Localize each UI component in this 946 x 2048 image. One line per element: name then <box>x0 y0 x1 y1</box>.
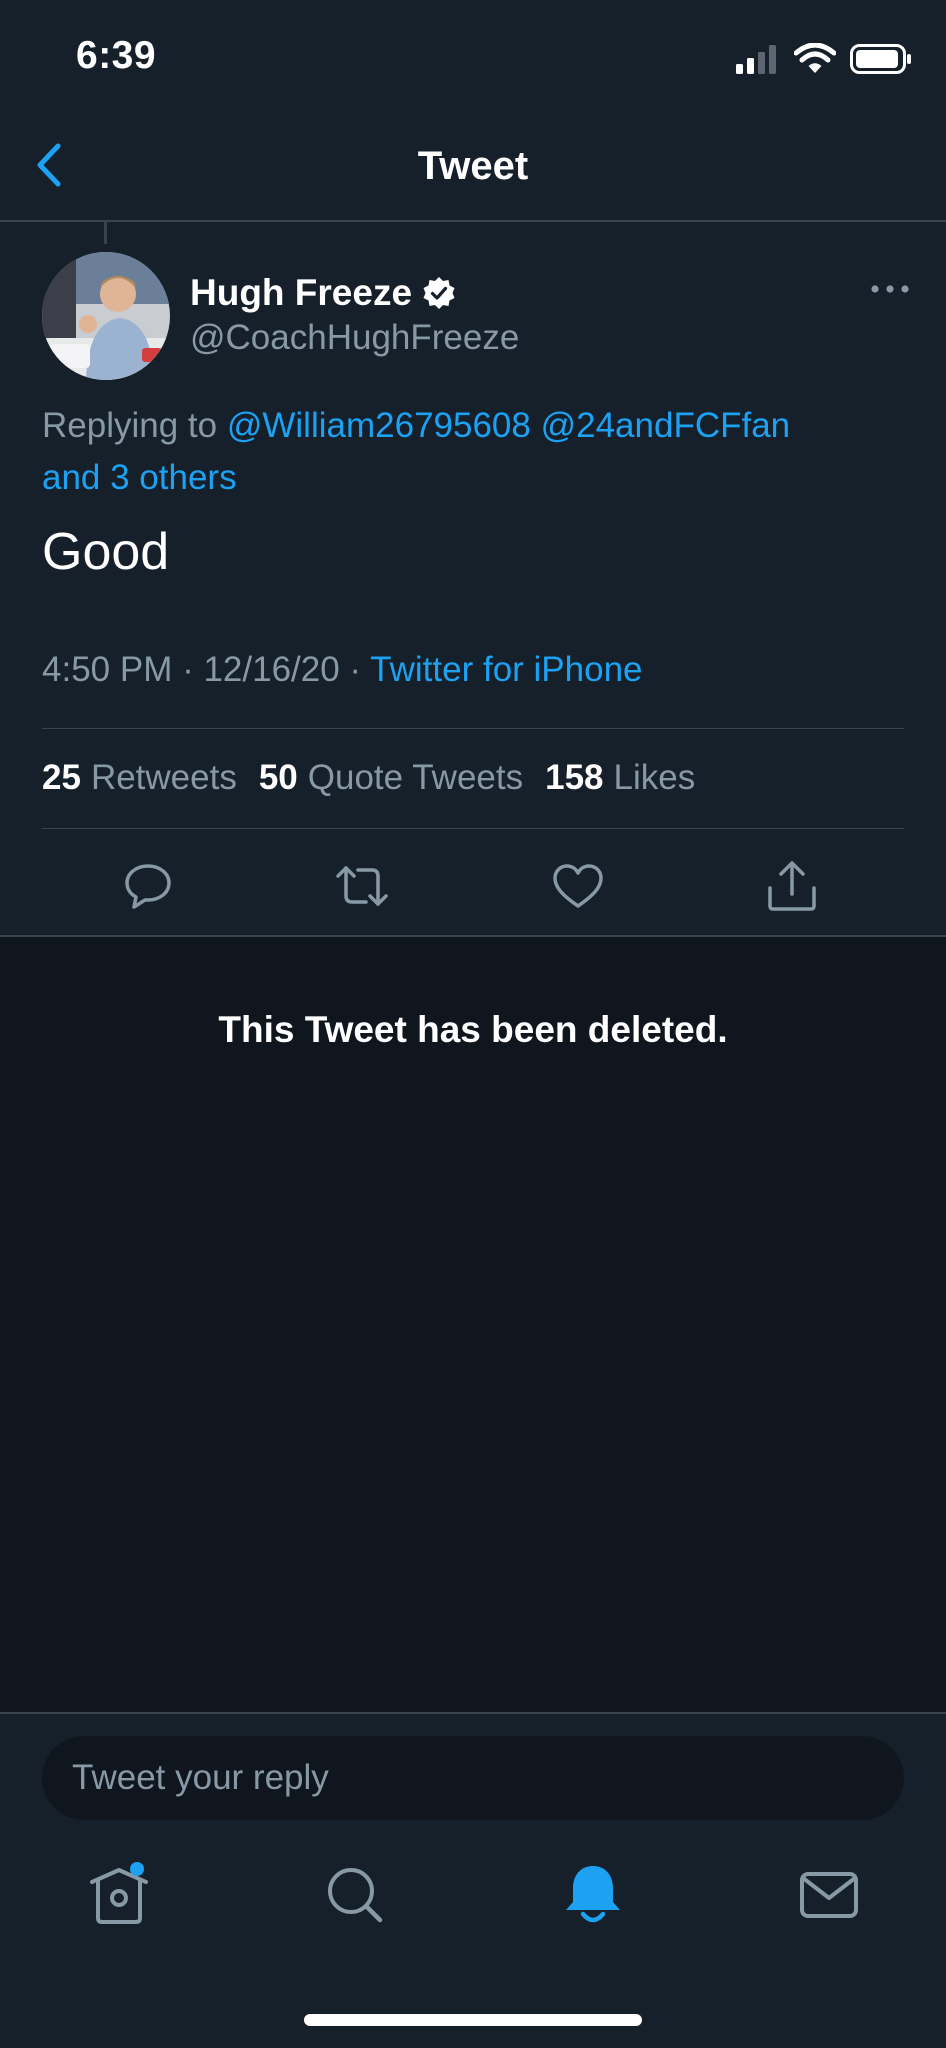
notifications-icon[interactable] <box>558 1860 628 1930</box>
status-time: 6:39 <box>76 34 157 77</box>
messages-icon[interactable] <box>794 1860 864 1930</box>
author-handle[interactable]: @CoachHughFreeze <box>190 318 519 358</box>
divider <box>42 828 904 829</box>
author-name-text: Hugh Freeze <box>190 272 413 313</box>
retweets-stat[interactable]: 25 Retweets <box>42 758 237 798</box>
tweet-source-link[interactable]: Twitter for iPhone <box>370 650 642 689</box>
page-title: Tweet <box>417 144 529 188</box>
avatar-photo <box>42 252 170 380</box>
deleted-tweet-notice: This Tweet has been deleted. <box>218 1009 728 1050</box>
more-horizontal-icon[interactable] <box>870 282 910 296</box>
divider <box>42 728 904 729</box>
cellular-signal-icon <box>736 45 776 74</box>
thread-connector <box>104 222 107 244</box>
share-icon[interactable] <box>764 858 820 914</box>
replying-prefix: Replying to <box>42 406 218 445</box>
battery-icon <box>850 44 911 74</box>
search-icon[interactable] <box>320 1860 390 1930</box>
wifi-icon <box>794 43 836 73</box>
navigation-bar: Tweet <box>0 110 946 222</box>
mention-link[interactable]: @William26795608 <box>227 406 531 445</box>
verified-badge-icon <box>423 277 455 309</box>
status-icons <box>736 42 912 76</box>
tweet-stats: 25 Retweets 50 Quote Tweets 158 Likes <box>42 758 695 798</box>
tweet-meta: 4:50 PM · 12/16/20 · Twitter for iPhone <box>42 650 643 690</box>
others-link[interactable]: and 3 others <box>42 458 237 497</box>
like-icon[interactable] <box>550 858 606 914</box>
retweet-icon[interactable] <box>334 858 390 914</box>
status-bar: 6:39 <box>0 0 946 110</box>
author-name[interactable]: Hugh Freeze <box>190 272 456 314</box>
tweet-detail: Hugh Freeze @CoachHughFreeze Replying to… <box>0 222 946 936</box>
reply-input[interactable] <box>42 1736 904 1820</box>
reply-bar <box>0 1712 946 1820</box>
mention-link[interactable]: @24andFCFfan <box>541 406 791 445</box>
replying-to: Replying to @William26795608 @24andFCFfa… <box>42 400 902 504</box>
likes-stat[interactable]: 158 Likes <box>545 758 695 798</box>
tweet-text: Good <box>42 523 170 581</box>
avatar[interactable] <box>42 252 170 380</box>
new-content-badge <box>130 1862 144 1876</box>
tweet-actions <box>0 858 946 936</box>
tweet-timestamp: 4:50 PM · 12/16/20 · <box>42 650 362 689</box>
reply-icon[interactable] <box>120 858 176 914</box>
quote-tweets-stat[interactable]: 50 Quote Tweets <box>259 758 523 798</box>
deleted-tweet-area: This Tweet has been deleted. <box>0 937 946 1712</box>
home-indicator[interactable] <box>304 2014 642 2026</box>
tab-bar <box>0 1840 946 1970</box>
